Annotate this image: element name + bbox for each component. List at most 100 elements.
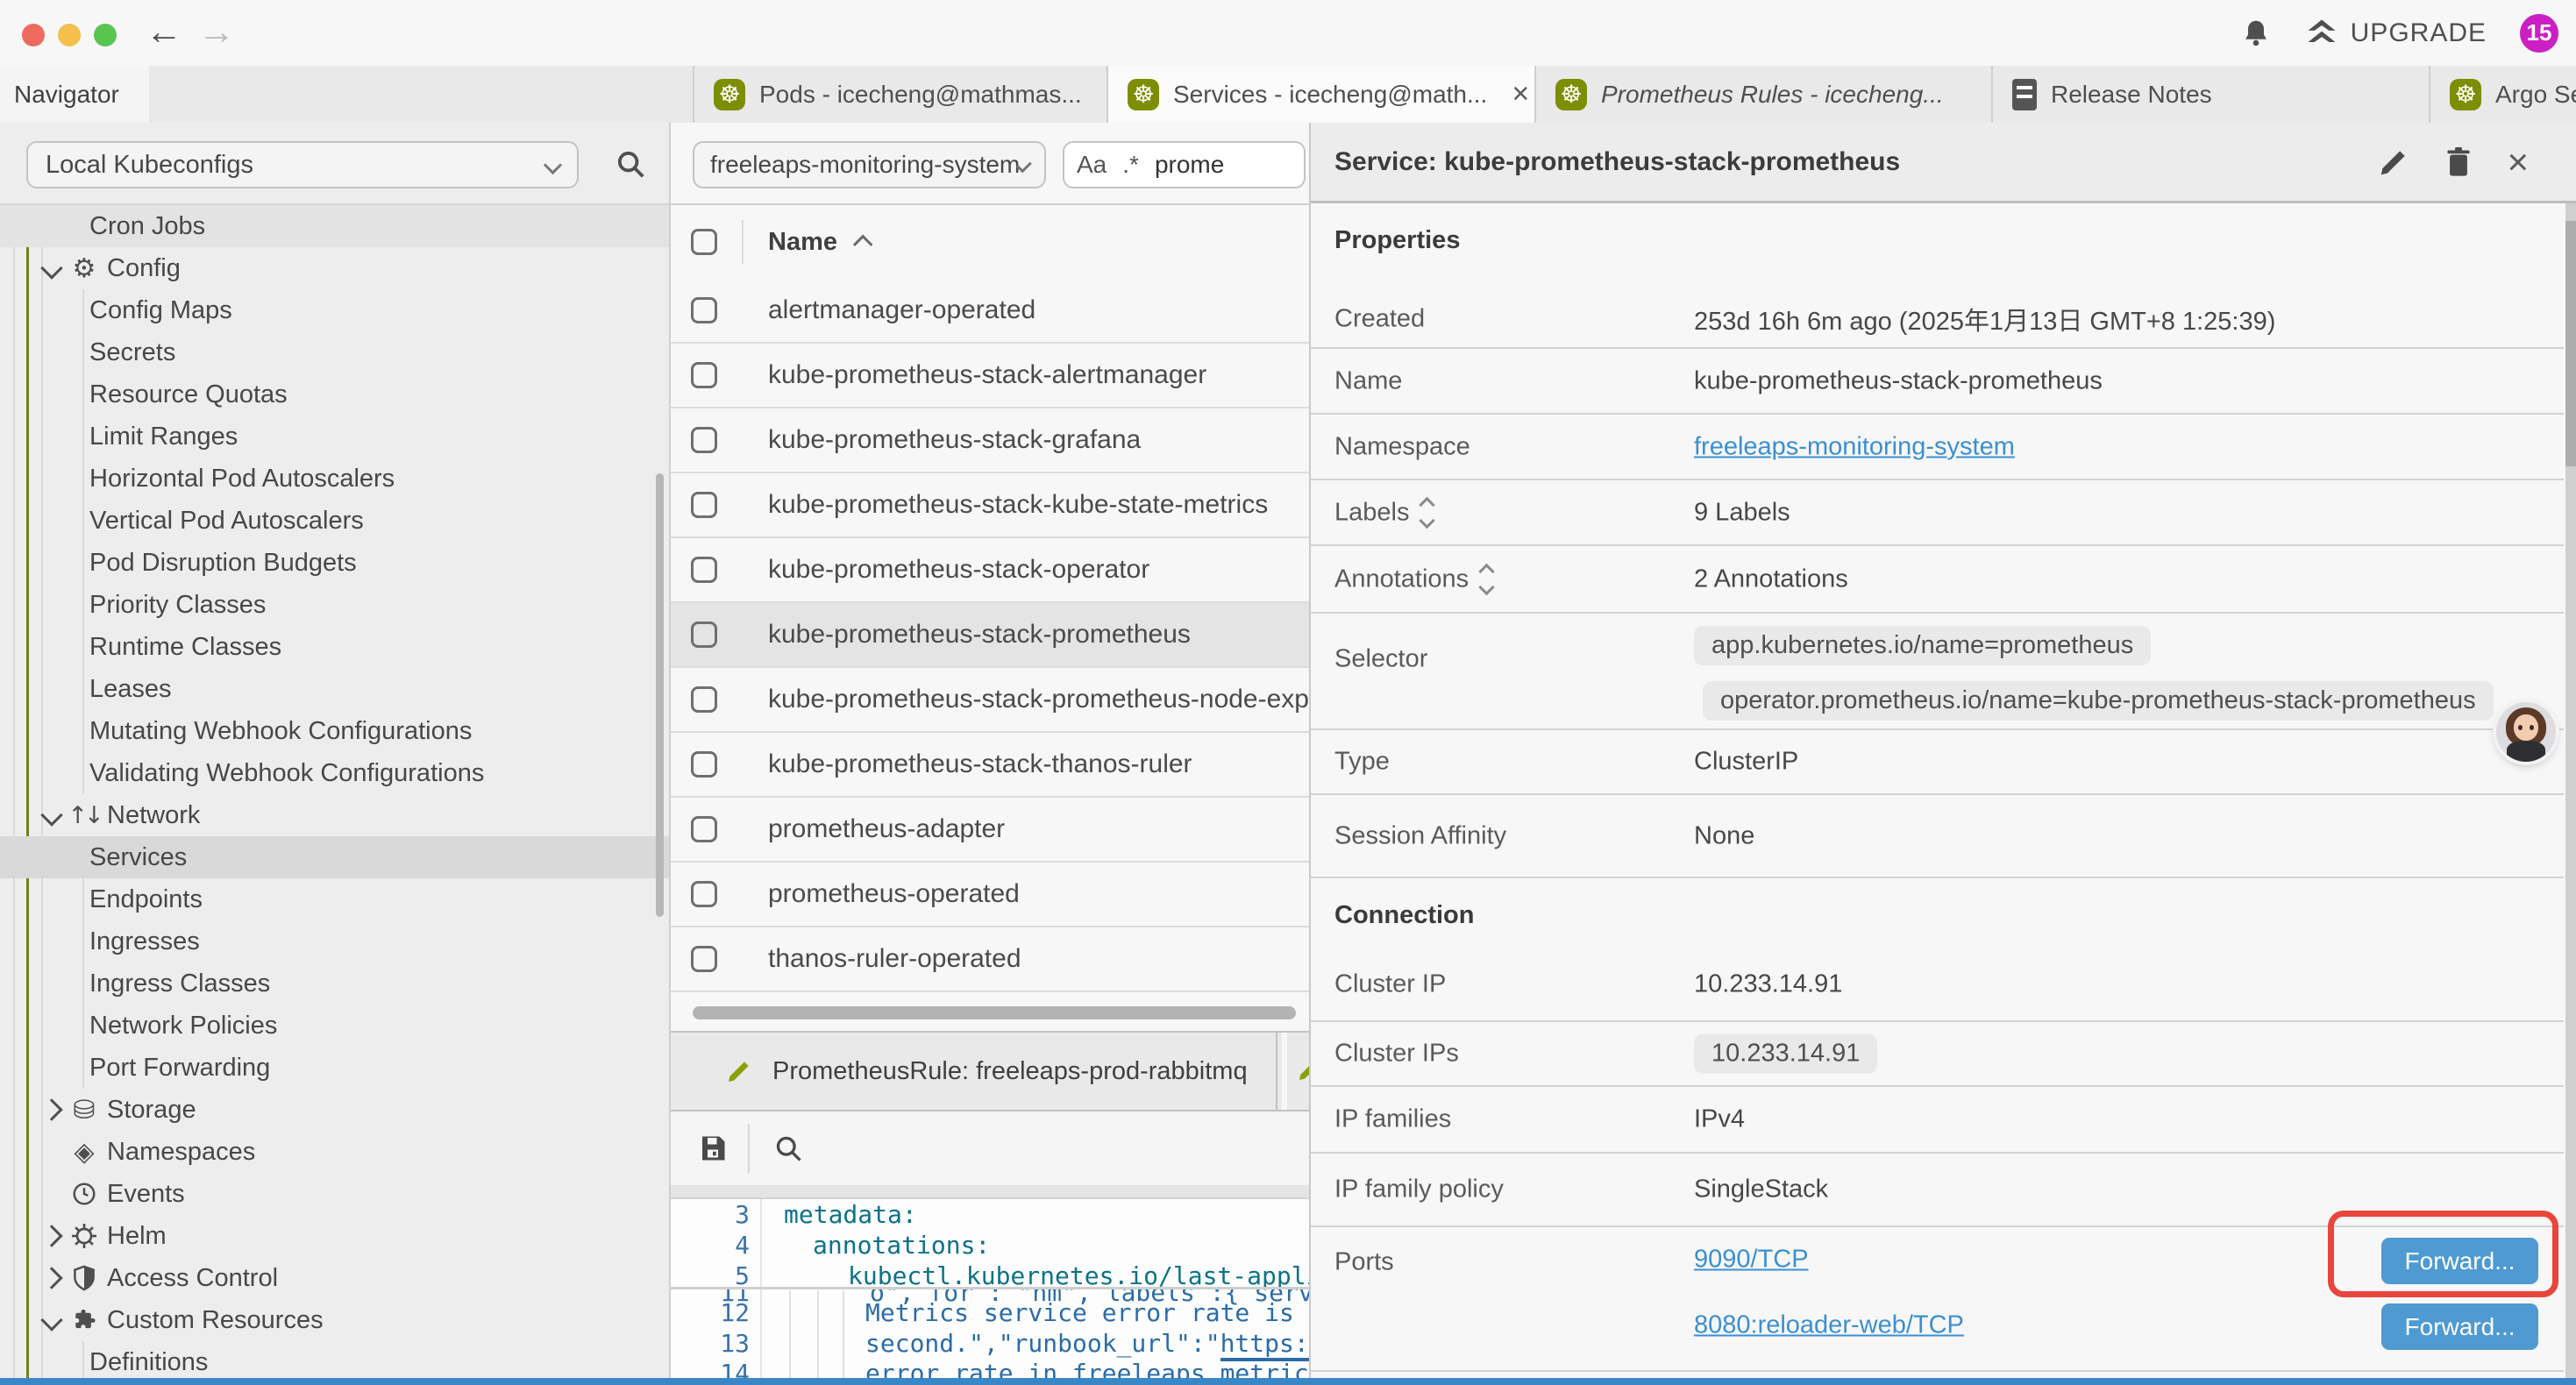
sort-ascending-icon[interactable] (853, 235, 873, 255)
row-checkbox[interactable] (691, 621, 717, 648)
sidebar-item-secrets[interactable]: Secrets (0, 331, 669, 373)
table-row-kube-prometheus-stack-grafana[interactable]: kube-prometheus-stack-grafana (671, 408, 1309, 473)
chevron-down-icon[interactable] (40, 804, 62, 826)
sidebar-item-custom-resources[interactable]: Custom Resources (0, 1299, 669, 1341)
code-line-4: 4annotations: (671, 1230, 1309, 1261)
table-row-kube-prometheus-stack-kube-state-metrics[interactable]: kube-prometheus-stack-kube-state-metrics (671, 473, 1309, 538)
editor-tab-prometheusrule[interactable]: PrometheusRule: freeleaps-prod-rabbitmq (692, 1033, 1277, 1110)
sidebar-item-pod-disruption-budgets[interactable]: Pod Disruption Budgets (0, 542, 669, 584)
notifications-bell-icon[interactable] (2240, 18, 2272, 49)
sidebar-item-priority-classes[interactable]: Priority Classes (0, 584, 669, 626)
chevron-right-icon[interactable] (40, 1098, 62, 1120)
namespace-dropdown[interactable]: freeleaps-monitoring-system (693, 141, 1046, 188)
save-icon[interactable] (697, 1133, 729, 1164)
tab-release-notes[interactable]: Release Notes (1991, 66, 2429, 123)
detail-scrollbar-thumb[interactable] (2565, 221, 2576, 466)
table-horizontal-scrollbar[interactable] (693, 1006, 1296, 1019)
minimize-window-button[interactable] (58, 24, 81, 46)
table-row-kube-prometheus-stack-prometheus-node-expor[interactable]: kube-prometheus-stack-prometheus-node-ex… (671, 668, 1309, 733)
expand-collapse-arrows-icon[interactable] (1421, 499, 1433, 526)
edit-pencil-icon[interactable] (2377, 146, 2410, 179)
row-checkbox[interactable] (691, 881, 717, 907)
search-icon[interactable] (614, 147, 647, 181)
sidebar-item-network[interactable]: ↑↓Network (0, 794, 669, 836)
table-row-kube-prometheus-stack-operator[interactable]: kube-prometheus-stack-operator (671, 538, 1309, 603)
table-row-alertmanager-operated[interactable]: alertmanager-operated (671, 279, 1309, 344)
upgrade-button[interactable]: UPGRADE (2305, 18, 2487, 48)
sidebar-item-helm[interactable]: Helm (0, 1215, 669, 1257)
expand-collapse-arrows-icon[interactable] (1481, 565, 1492, 593)
sidebar-item-resource-quotas[interactable]: Resource Quotas (0, 373, 669, 416)
tab-argo-se[interactable]: ☸Argo Se (2429, 66, 2576, 123)
row-checkbox[interactable] (691, 816, 717, 842)
row-checkbox[interactable] (691, 946, 717, 972)
table-row-kube-prometheus-stack-thanos-ruler[interactable]: kube-prometheus-stack-thanos-ruler (671, 733, 1309, 798)
row-checkbox[interactable] (691, 362, 717, 388)
search-icon[interactable] (772, 1133, 804, 1164)
case-sensitive-toggle[interactable]: Aa (1077, 151, 1107, 179)
sidebar-item-horizontal-pod-autoscalers[interactable]: Horizontal Pod Autoscalers (0, 458, 669, 500)
filter-input[interactable]: Aa .* prome (1063, 141, 1306, 188)
table-row-thanos-ruler-operated[interactable]: thanos-ruler-operated (671, 927, 1309, 992)
sidebar-item-cron-jobs[interactable]: Cron Jobs (0, 205, 669, 247)
sidebar-item-definitions[interactable]: Definitions (0, 1341, 669, 1383)
tab-pods-icecheng-mathmas[interactable]: ☸Pods - icecheng@mathmas... (693, 66, 1107, 123)
sidebar-item-limit-ranges[interactable]: Limit Ranges (0, 416, 669, 458)
delete-trash-icon[interactable] (2444, 146, 2473, 179)
sidebar-item-runtime-classes[interactable]: Runtime Classes (0, 626, 669, 668)
sidebar-item-access-control[interactable]: Access Control (0, 1257, 669, 1299)
sidebar-item-mutating-webhook-configurations[interactable]: Mutating Webhook Configurations (0, 710, 669, 752)
row-checkbox[interactable] (691, 427, 717, 453)
row-checkbox[interactable] (691, 557, 717, 583)
chevron-down-icon[interactable] (40, 1309, 62, 1331)
user-avatar[interactable] (2496, 702, 2556, 762)
navigator-panel-tab[interactable]: Navigator (0, 66, 149, 123)
chevron-right-icon[interactable] (40, 1267, 62, 1289)
port-link-8080[interactable]: 8080:reloader-web/TCP (1694, 1311, 1964, 1339)
forward-button[interactable]: → (198, 7, 235, 56)
zoom-window-button[interactable] (94, 24, 117, 46)
namespace-link[interactable]: freeleaps-monitoring-system (1694, 432, 2015, 460)
row-checkbox[interactable] (691, 751, 717, 778)
kubeconfig-dropdown[interactable]: Local Kubeconfigs (26, 141, 579, 188)
close-icon[interactable]: × (2507, 145, 2529, 180)
forward-port-button-8080[interactable]: Forward... (2381, 1303, 2538, 1350)
tab-prometheus-rules-icecheng[interactable]: ☸Prometheus Rules - icecheng... (1534, 66, 1991, 123)
table-row-prometheus-adapter[interactable]: prometheus-adapter (671, 798, 1309, 863)
notification-count-badge[interactable]: 15 (2520, 14, 2558, 53)
sidebar-item-ingresses[interactable]: Ingresses (0, 920, 669, 962)
row-checkbox[interactable] (691, 492, 717, 518)
row-checkbox[interactable] (691, 297, 717, 323)
sidebar-scrollbar[interactable] (656, 473, 664, 917)
filter-query[interactable]: prome (1155, 151, 1224, 179)
sidebar-item-vertical-pod-autoscalers[interactable]: Vertical Pod Autoscalers (0, 500, 669, 542)
sidebar-item-namespaces[interactable]: ◈Namespaces (0, 1131, 669, 1173)
sidebar-item-validating-webhook-configurations[interactable]: Validating Webhook Configurations (0, 752, 669, 794)
port-link-9090[interactable]: 9090/TCP (1694, 1246, 1809, 1274)
tab-services-icecheng-math[interactable]: ☸Services - icecheng@math...× (1107, 66, 1534, 123)
name-column-header[interactable]: Name (768, 228, 837, 257)
sidebar-item-events[interactable]: Events (0, 1173, 669, 1215)
regex-toggle[interactable]: .* (1122, 151, 1139, 179)
sidebar-item-storage[interactable]: ⛁Storage (0, 1089, 669, 1131)
sidebar-item-services[interactable]: Services (0, 836, 669, 878)
table-row-kube-prometheus-stack-alertmanager[interactable]: kube-prometheus-stack-alertmanager (671, 344, 1309, 408)
sidebar-item-leases[interactable]: Leases (0, 668, 669, 710)
yaml-editor[interactable]: 3metadata:4annotations:5kubectl.kubernet… (671, 1199, 1309, 1385)
close-window-button[interactable] (22, 24, 45, 46)
sidebar-item-config-maps[interactable]: Config Maps (0, 289, 669, 331)
back-button[interactable]: ← (146, 7, 182, 56)
select-all-checkbox[interactable] (691, 229, 717, 255)
row-checkbox[interactable] (691, 686, 717, 713)
sidebar-item-port-forwarding[interactable]: Port Forwarding (0, 1047, 669, 1089)
chevron-right-icon[interactable] (40, 1225, 62, 1246)
chevron-down-icon[interactable] (40, 257, 62, 279)
close-tab-icon[interactable]: × (1512, 77, 1529, 111)
sidebar-item-network-policies[interactable]: Network Policies (0, 1005, 669, 1047)
table-row-kube-prometheus-stack-prometheus[interactable]: kube-prometheus-stack-prometheus (671, 603, 1309, 668)
sidebar-item-config[interactable]: ⚙Config (0, 247, 669, 289)
table-row-prometheus-operated[interactable]: prometheus-operated (671, 863, 1309, 927)
property-row-ip-families: IP families IPv4 (1311, 1087, 2564, 1154)
sidebar-item-ingress-classes[interactable]: Ingress Classes (0, 962, 669, 1005)
sidebar-item-endpoints[interactable]: Endpoints (0, 878, 669, 920)
